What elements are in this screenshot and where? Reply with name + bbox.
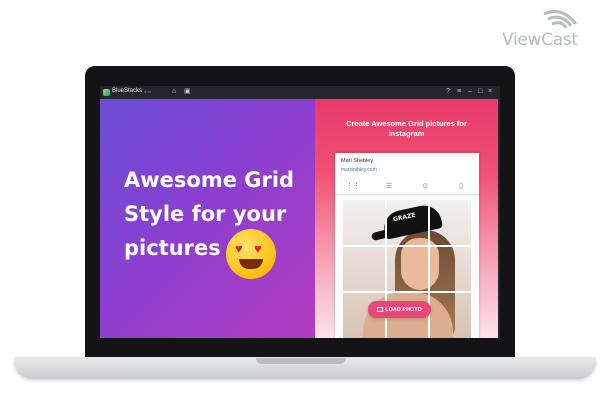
headline-line-1: Awesome Grid [124,168,295,192]
mouth-shape [239,259,263,269]
load-photo-label: LOAD PHOTO [385,306,422,313]
watermark-text: ViewCast [502,30,578,50]
minimize-icon[interactable]: – [468,88,472,96]
apps-icon[interactable]: ▣ [184,88,191,96]
location-icon[interactable]: ⊙ [407,182,443,190]
promo-right-panel: Create Awesome Grid pictures for instagr… [315,99,498,338]
person-icon[interactable]: ▯ [443,182,479,190]
heart-eyes-emoji-icon: ♥ ♥ [226,229,276,279]
app-viewport: Awesome Grid Style for your pictures ♥ ♥… [100,99,498,338]
grid-line [343,291,471,293]
headline-line-2: Style for your [124,202,287,226]
grid-line [428,200,430,338]
emulator-titlebar: BlueStacks 4.xx ⌂ ▣ ? ≡ – □ × [100,86,500,99]
bluestacks-logo-icon [103,89,110,96]
grid-line [343,245,471,247]
emulator-version: 4.xx [144,89,152,94]
promo-left-panel: Awesome Grid Style for your pictures ♥ ♥ [100,99,315,338]
maximize-icon[interactable]: □ [478,88,482,96]
preview-tabs: ⋮⋮ ☰ ⊙ ▯ [335,180,479,195]
headline-line-3: pictures [124,236,221,260]
load-photo-button[interactable]: LOAD PHOTO [368,301,431,318]
viewcast-watermark: ViewCast [502,8,592,50]
close-icon[interactable]: × [488,88,492,96]
list-icon[interactable]: ☰ [371,182,407,190]
home-icon[interactable]: ⌂ [172,88,176,96]
grid-icon[interactable]: ⋮⋮ [335,182,371,190]
promo-headline: Awesome Grid Style for your pictures [124,163,314,265]
emulator-sidebar [498,99,500,338]
emulator-app-name: BlueStacks [112,88,143,94]
help-icon[interactable]: ? [446,88,450,96]
menu-icon[interactable]: ≡ [457,88,461,96]
laptop-screen: BlueStacks 4.xx ⌂ ▣ ? ≡ – □ × Awesome Gr… [100,86,500,338]
heart-icon: ♥ [254,241,262,256]
user-name: Mari Shebley [341,158,374,164]
user-site-link[interactable]: marishibley.com [341,167,377,173]
laptop-notch [256,358,346,364]
promo-title: Create Awesome Grid pictures for instagr… [346,119,467,138]
image-icon [377,306,384,312]
heart-icon: ♥ [235,241,243,256]
